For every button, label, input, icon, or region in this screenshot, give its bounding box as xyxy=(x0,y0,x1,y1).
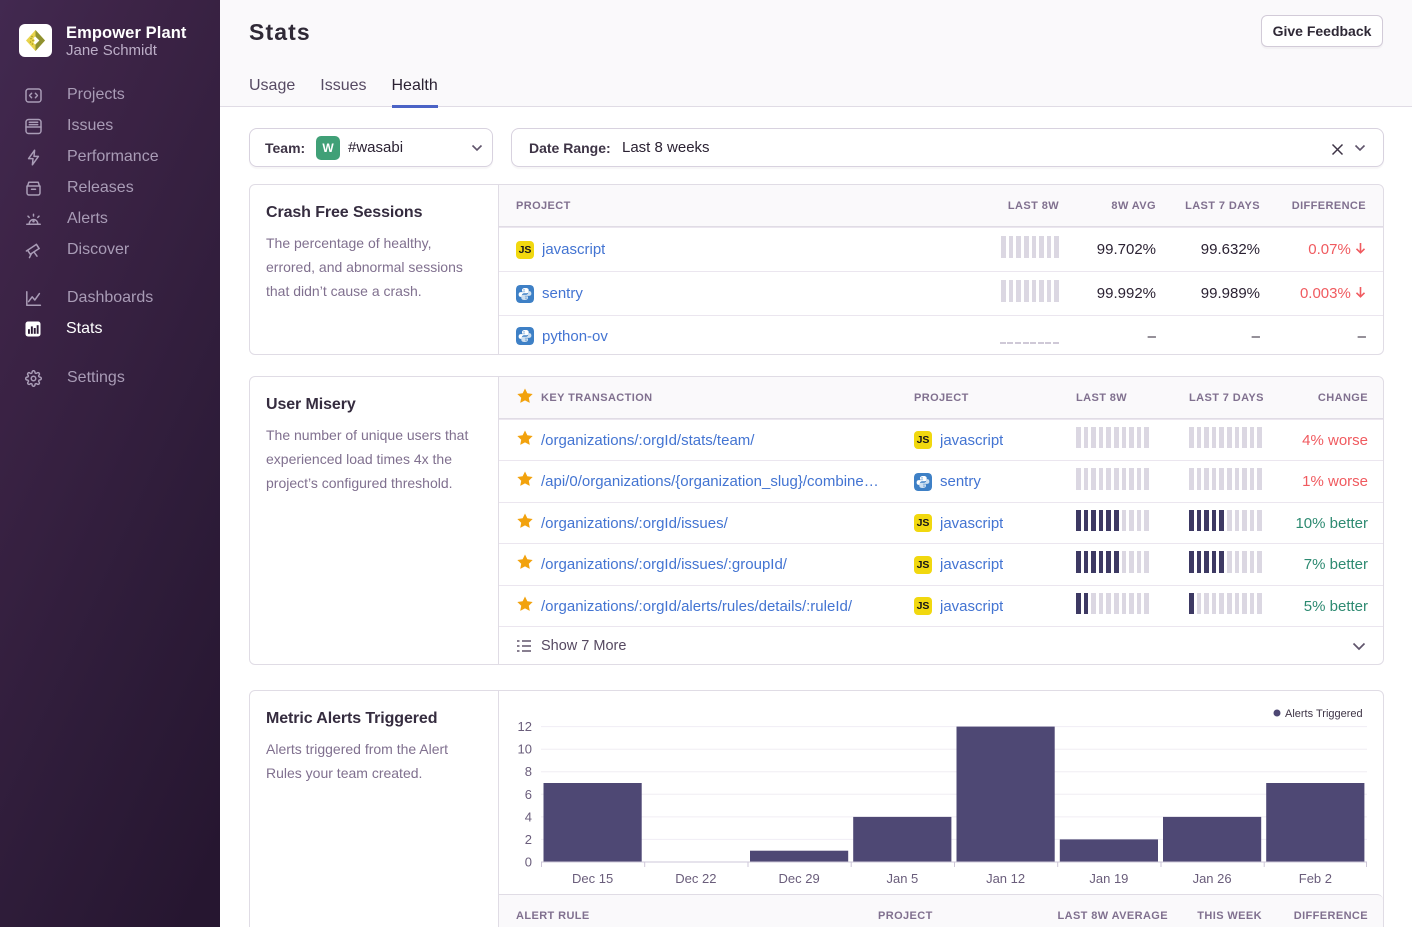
svg-text:8: 8 xyxy=(525,764,532,779)
svg-text:Alerts Triggered: Alerts Triggered xyxy=(1285,708,1363,720)
svg-text:Jan 19: Jan 19 xyxy=(1089,871,1128,886)
svg-text:10: 10 xyxy=(518,742,532,757)
svg-text:Jan 5: Jan 5 xyxy=(886,871,918,886)
svg-text:Dec 22: Dec 22 xyxy=(675,871,716,886)
svg-text:2: 2 xyxy=(525,832,532,847)
svg-text:0: 0 xyxy=(525,855,532,870)
svg-text:4: 4 xyxy=(525,809,532,824)
svg-text:12: 12 xyxy=(518,719,532,734)
svg-text:Feb 2: Feb 2 xyxy=(1299,871,1332,886)
svg-text:Dec 15: Dec 15 xyxy=(572,871,613,886)
svg-text:Dec 29: Dec 29 xyxy=(778,871,819,886)
svg-text:6: 6 xyxy=(525,787,532,802)
svg-text:Jan 26: Jan 26 xyxy=(1193,871,1232,886)
svg-text:Jan 12: Jan 12 xyxy=(986,871,1025,886)
